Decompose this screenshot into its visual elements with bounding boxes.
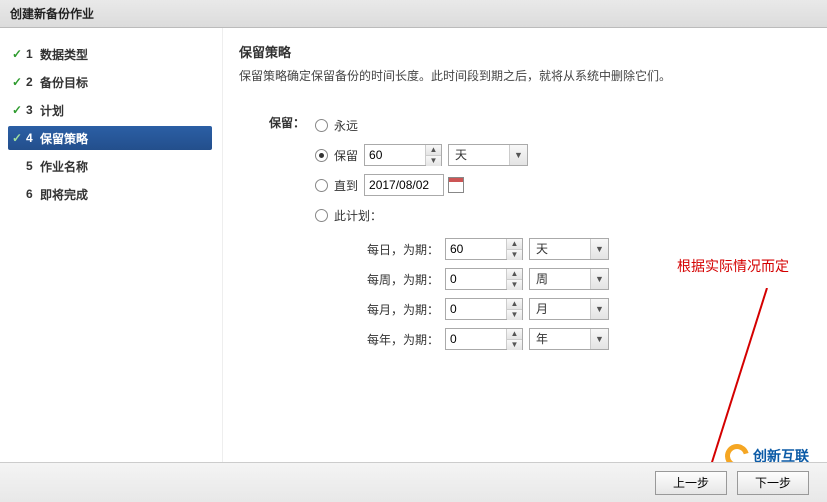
chevron-down-icon[interactable]: ▼	[590, 269, 608, 289]
monthly-unit-select[interactable]: 月 ▼	[529, 298, 609, 320]
option-label: 此计划：	[334, 207, 382, 224]
step-number: 1	[26, 47, 40, 61]
yearly-value-input[interactable]: ▲▼	[445, 328, 523, 350]
keep-duration-input[interactable]: ▲▼	[364, 144, 442, 166]
schedule-label: 每周，为期：	[365, 271, 445, 288]
step-number: 2	[26, 75, 40, 89]
weekly-value-input[interactable]: ▲▼	[445, 268, 523, 290]
schedule-label: 每日，为期：	[365, 241, 445, 258]
window-title: 创建新备份作业	[0, 0, 827, 28]
footer-bar: 上一步 下一步	[0, 462, 827, 502]
option-forever[interactable]: 永远	[315, 112, 609, 138]
step-number: 4	[26, 131, 40, 145]
until-date-input[interactable]	[364, 174, 444, 196]
select-value: 天	[449, 145, 509, 165]
section-description: 保留策略确定保留备份的时间长度。此时间段到期之后，就将从系统中删除它们。	[239, 67, 807, 84]
schedule-daily: 每日，为期： ▲▼ 天 ▼	[365, 234, 609, 264]
yearly-unit-select[interactable]: 年 ▼	[529, 328, 609, 350]
calendar-icon[interactable]	[448, 177, 464, 193]
spinner-down-icon[interactable]: ▼	[507, 280, 522, 290]
radio-icon[interactable]	[315, 209, 328, 222]
keep-duration-value[interactable]	[365, 145, 425, 165]
select-value: 年	[530, 329, 590, 349]
step-label: 即将完成	[40, 186, 88, 203]
spinner-down-icon[interactable]: ▼	[426, 156, 441, 166]
option-label: 保留	[334, 147, 358, 164]
chevron-down-icon[interactable]: ▼	[590, 239, 608, 259]
daily-value-input[interactable]: ▲▼	[445, 238, 523, 260]
select-value: 月	[530, 299, 590, 319]
step-number: 3	[26, 103, 40, 117]
retain-label: 保留：	[239, 112, 305, 131]
next-button[interactable]: 下一步	[737, 471, 809, 495]
spinner-value[interactable]	[446, 329, 506, 349]
step-backup-target[interactable]: ✓ 2 备份目标	[8, 70, 212, 94]
step-number: 5	[26, 159, 40, 173]
main-panel: 保留策略 保留策略确定保留备份的时间长度。此时间段到期之后，就将从系统中删除它们…	[223, 28, 827, 502]
option-keep[interactable]: 保留 ▲▼ 天 ▼	[315, 142, 609, 168]
select-value: 天	[530, 239, 590, 259]
check-icon: ✓	[12, 131, 26, 145]
spinner-down-icon[interactable]: ▼	[507, 250, 522, 260]
step-label: 备份目标	[40, 74, 88, 91]
option-label: 永远	[334, 117, 358, 134]
radio-icon[interactable]	[315, 119, 328, 132]
radio-icon[interactable]	[315, 179, 328, 192]
check-icon: ✓	[12, 47, 26, 61]
annotation-text: 根据实际情况而定	[677, 256, 789, 276]
step-label: 保留策略	[40, 130, 88, 147]
step-label: 数据类型	[40, 46, 88, 63]
spinner-value[interactable]	[446, 269, 506, 289]
option-this-schedule[interactable]: 此计划：	[315, 202, 609, 228]
schedule-weekly: 每周，为期： ▲▼ 周 ▼	[365, 264, 609, 294]
step-data-type[interactable]: ✓ 1 数据类型	[8, 42, 212, 66]
spinner-up-icon[interactable]: ▲	[507, 269, 522, 280]
step-finish[interactable]: 6 即将完成	[8, 182, 212, 206]
step-label: 作业名称	[40, 158, 88, 175]
check-icon: ✓	[12, 75, 26, 89]
spinner-up-icon[interactable]: ▲	[426, 145, 441, 156]
chevron-down-icon[interactable]: ▼	[509, 145, 527, 165]
radio-icon[interactable]	[315, 149, 328, 162]
spinner-value[interactable]	[446, 239, 506, 259]
keep-unit-select[interactable]: 天 ▼	[448, 144, 528, 166]
schedule-label: 每年，为期：	[365, 331, 445, 348]
prev-button[interactable]: 上一步	[655, 471, 727, 495]
chevron-down-icon[interactable]: ▼	[590, 299, 608, 319]
schedule-block: 每日，为期： ▲▼ 天 ▼ 每周，为期：	[365, 234, 609, 354]
wizard-steps: ✓ 1 数据类型 ✓ 2 备份目标 ✓ 3 计划 ✓ 4 保留策略 5 作业名称…	[0, 28, 223, 502]
spinner-value[interactable]	[446, 299, 506, 319]
spinner-down-icon[interactable]: ▼	[507, 310, 522, 320]
weekly-unit-select[interactable]: 周 ▼	[529, 268, 609, 290]
daily-unit-select[interactable]: 天 ▼	[529, 238, 609, 260]
schedule-yearly: 每年，为期： ▲▼ 年 ▼	[365, 324, 609, 354]
step-job-name[interactable]: 5 作业名称	[8, 154, 212, 178]
spinner-down-icon[interactable]: ▼	[507, 340, 522, 350]
schedule-label: 每月，为期：	[365, 301, 445, 318]
spinner-up-icon[interactable]: ▲	[507, 329, 522, 340]
select-value: 周	[530, 269, 590, 289]
chevron-down-icon[interactable]: ▼	[590, 329, 608, 349]
step-retention[interactable]: ✓ 4 保留策略	[8, 126, 212, 150]
option-label: 直到	[334, 177, 358, 194]
schedule-monthly: 每月，为期： ▲▼ 月 ▼	[365, 294, 609, 324]
spinner-up-icon[interactable]: ▲	[507, 239, 522, 250]
spinner-up-icon[interactable]: ▲	[507, 299, 522, 310]
check-icon: ✓	[12, 103, 26, 117]
option-until[interactable]: 直到	[315, 172, 609, 198]
monthly-value-input[interactable]: ▲▼	[445, 298, 523, 320]
section-title: 保留策略	[239, 42, 807, 61]
step-number: 6	[26, 187, 40, 201]
step-schedule[interactable]: ✓ 3 计划	[8, 98, 212, 122]
step-label: 计划	[40, 102, 64, 119]
